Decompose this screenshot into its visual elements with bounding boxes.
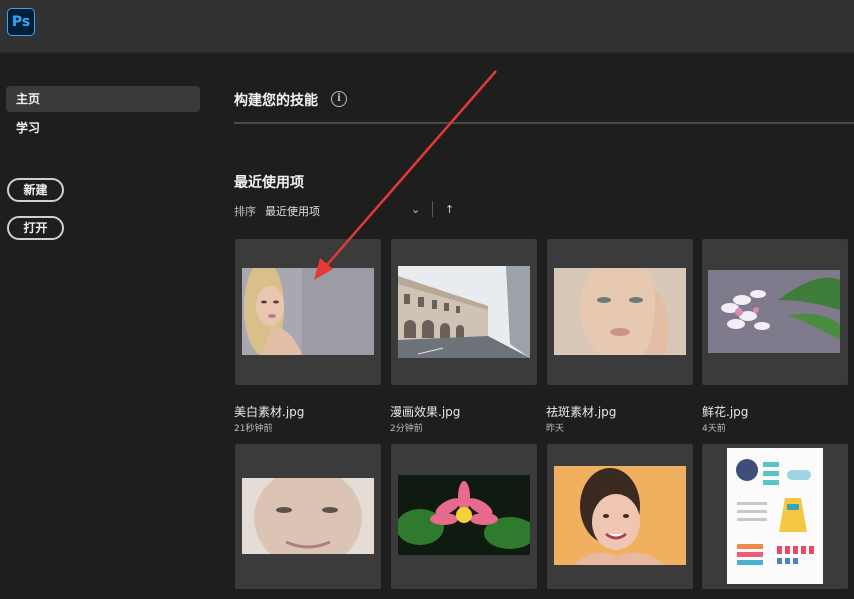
annotation-arrow — [314, 70, 497, 280]
